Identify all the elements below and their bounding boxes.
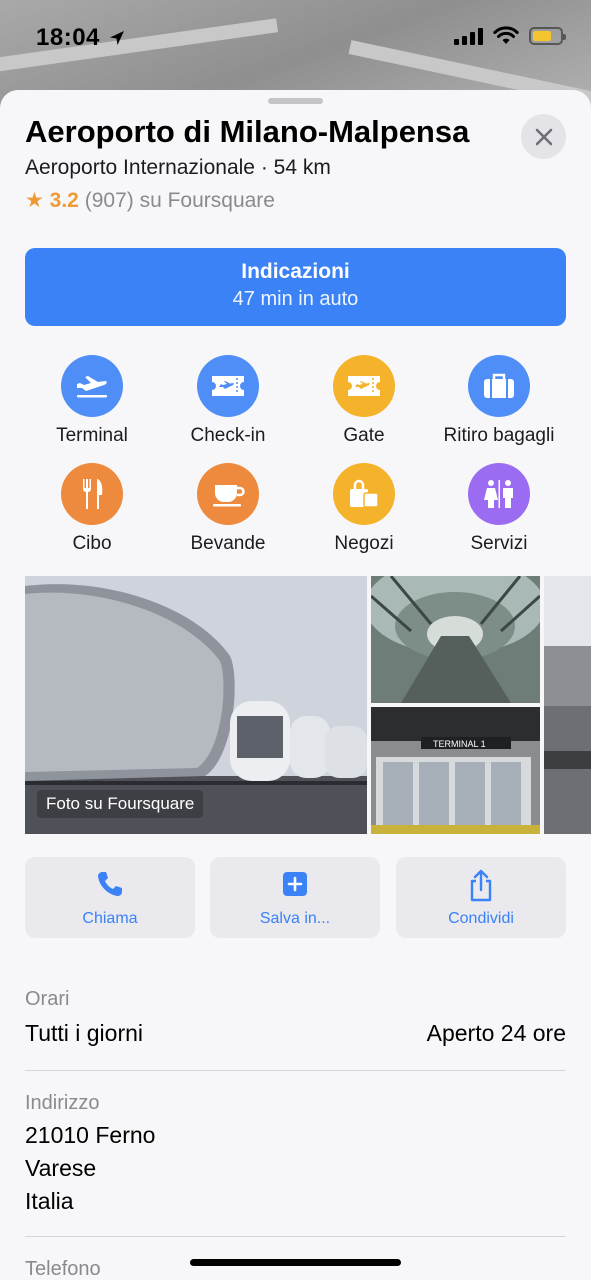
divider: [25, 1236, 566, 1237]
location-arrow-icon: [110, 31, 125, 45]
category-check-in[interactable]: Check-in: [158, 355, 298, 447]
directions-eta: 47 min in auto: [232, 288, 359, 310]
address-label: Indirizzo: [25, 1092, 100, 1114]
category-label: Check-in: [190, 425, 266, 446]
action-buttons: Chiama Salva in... Condividi: [25, 857, 566, 938]
battery-icon: [529, 27, 566, 45]
photo-credit: Foto su Foursquare: [37, 790, 204, 818]
hours-value: Aperto 24 ore: [426, 1020, 566, 1046]
category-label: Terminal: [56, 425, 128, 446]
directions-button[interactable]: Indicazioni 47 min in auto: [25, 248, 566, 326]
photo-walkway[interactable]: [371, 576, 540, 703]
rating[interactable]: ★ 3.2 (907) su Foursquare: [25, 188, 275, 213]
share-label: Condividi: [448, 910, 514, 927]
photo-airport-exterior[interactable]: Foto su Foursquare: [25, 576, 367, 834]
share-button[interactable]: Condividi: [396, 857, 566, 938]
ticket-icon: [197, 355, 259, 417]
save-label: Salva in...: [259, 910, 331, 927]
place-card-sheet: Aeroporto di Milano-Malpensa Aeroporto I…: [0, 90, 591, 1280]
category-label: Gate: [343, 425, 385, 446]
divider: [25, 1070, 566, 1071]
home-indicator[interactable]: [190, 1259, 401, 1266]
category-label: Negozi: [334, 533, 394, 554]
phone-label: Telefono: [25, 1258, 101, 1280]
sheet-grabber[interactable]: [268, 98, 323, 104]
airplane-departure-icon: [61, 355, 123, 417]
photo-gallery[interactable]: Foto su Foursquare TERMINAL 1: [25, 576, 591, 834]
place-subtitle: Aeroporto Internazionale · 54 km: [25, 156, 331, 179]
photo-building[interactable]: [544, 576, 591, 834]
cup-icon: [197, 463, 259, 525]
category-label: Bevande: [190, 533, 266, 554]
call-button[interactable]: Chiama: [25, 857, 195, 938]
svg-text:TERMINAL 1: TERMINAL 1: [433, 739, 486, 749]
category-drinks[interactable]: Bevande: [158, 463, 298, 555]
hours-days: Tutti i giorni: [25, 1020, 144, 1046]
clock-text: 18:04: [36, 24, 100, 51]
ticket-icon: [333, 355, 395, 417]
call-label: Chiama: [82, 910, 138, 927]
close-button[interactable]: [521, 114, 566, 159]
category-gate[interactable]: Gate: [294, 355, 434, 447]
save-button[interactable]: Salva in...: [210, 857, 380, 938]
category-food[interactable]: Cibo: [22, 463, 162, 555]
rating-score: 3.2: [49, 189, 79, 212]
restroom-icon: [468, 463, 530, 525]
cellular-signal-icon: [454, 27, 483, 45]
address-line-1[interactable]: 21010 Ferno: [25, 1122, 155, 1149]
category-label: Cibo: [72, 533, 112, 554]
phone-icon: [98, 872, 122, 896]
status-time: 18:04: [36, 24, 125, 52]
address-line-3[interactable]: Italia: [25, 1188, 74, 1215]
status-bar: 18:04: [0, 0, 591, 76]
status-icons: [454, 26, 566, 46]
add-square-icon: [283, 872, 307, 896]
category-terminal[interactable]: Terminal: [22, 355, 162, 447]
category-baggage-claim[interactable]: Ritiro bagagli: [429, 355, 569, 447]
wifi-icon: [493, 26, 519, 44]
fork-knife-icon: [61, 463, 123, 525]
directions-label: Indicazioni: [241, 260, 350, 283]
category-label: Ritiro bagagli: [443, 425, 555, 446]
place-title: Aeroporto di Milano-Malpensa: [25, 114, 470, 149]
rating-source: (907) su Foursquare: [84, 189, 275, 212]
star-icon: ★: [25, 189, 44, 212]
shopping-bag-icon: [333, 463, 395, 525]
close-icon: [535, 128, 552, 145]
address-line-2[interactable]: Varese: [25, 1155, 96, 1182]
photo-terminal-entrance[interactable]: TERMINAL 1: [371, 707, 540, 834]
share-icon: [470, 869, 492, 902]
suitcase-icon: [468, 355, 530, 417]
category-shops[interactable]: Negozi: [294, 463, 434, 555]
hours-label: Orari: [25, 988, 70, 1010]
category-label: Servizi: [470, 533, 528, 554]
category-services[interactable]: Servizi: [429, 463, 569, 555]
